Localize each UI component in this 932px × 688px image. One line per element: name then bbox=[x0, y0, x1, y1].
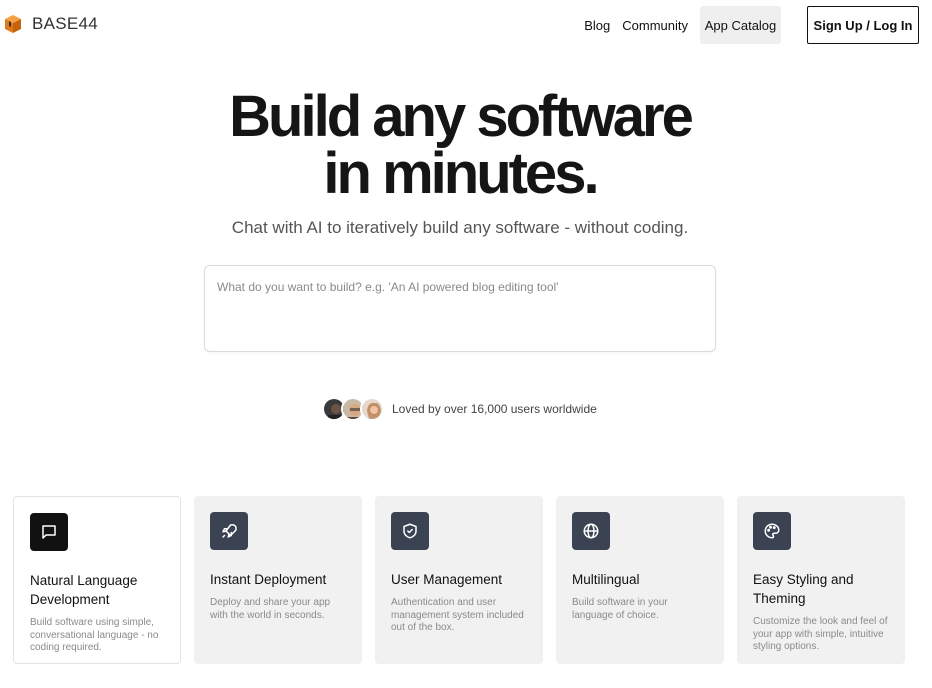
feature-card-easy-styling[interactable]: Easy Styling and Theming Customize the l… bbox=[737, 496, 905, 664]
feature-title: Natural Language Development bbox=[30, 573, 138, 607]
cube-logo-icon bbox=[5, 15, 21, 33]
nav-blog-link[interactable]: Blog bbox=[584, 18, 610, 33]
feature-card-natural-language[interactable]: Natural Language Development Build softw… bbox=[13, 496, 181, 664]
feature-desc: Build software using simple, conversatio… bbox=[30, 617, 159, 653]
hero-title: Build any software in minutes. bbox=[0, 88, 920, 203]
feature-title: User Management bbox=[391, 572, 503, 587]
feature-desc: Build software in your language of choic… bbox=[572, 597, 668, 621]
main-nav: Blog Community App Catalog Sign Up / Log… bbox=[584, 6, 919, 44]
feature-title: Multilingual bbox=[572, 572, 640, 587]
logo-text: BASE44 bbox=[32, 14, 99, 33]
feature-desc: Customize the look and feel of your app … bbox=[753, 616, 888, 652]
shield-check-icon bbox=[391, 512, 429, 550]
hero-title-line2: in minutes. bbox=[323, 141, 599, 206]
prompt-input[interactable] bbox=[205, 266, 715, 351]
feature-title: Instant Deployment bbox=[210, 572, 327, 587]
app-catalog-button[interactable]: App Catalog bbox=[700, 6, 781, 44]
signup-login-button[interactable]: Sign Up / Log In bbox=[807, 6, 919, 44]
features-row: Natural Language Development Build softw… bbox=[13, 496, 905, 664]
feature-desc: Deploy and share your app with the world… bbox=[210, 597, 331, 621]
palette-icon bbox=[753, 512, 791, 550]
feature-card-user-management[interactable]: User Management Authentication and user … bbox=[375, 496, 543, 664]
social-proof-text: Loved by over 16,000 users worldwide bbox=[392, 402, 597, 416]
top-header: BASE44 Blog Community App Catalog Sign U… bbox=[0, 0, 932, 50]
avatar-group bbox=[322, 397, 384, 421]
logo[interactable]: BASE44 bbox=[4, 14, 98, 34]
feature-desc: Authentication and user management syste… bbox=[391, 597, 524, 633]
rocket-icon bbox=[210, 512, 248, 550]
hero-title-line1: Build any software bbox=[229, 84, 694, 149]
feature-title: Easy Styling and Theming bbox=[753, 572, 854, 606]
globe-icon bbox=[572, 512, 610, 550]
nav-community-link[interactable]: Community bbox=[622, 18, 688, 33]
hero-subtitle: Chat with AI to iteratively build any so… bbox=[231, 218, 689, 237]
feature-card-multilingual[interactable]: Multilingual Build software in your lang… bbox=[556, 496, 724, 664]
feature-card-instant-deployment[interactable]: Instant Deployment Deploy and share your… bbox=[194, 496, 362, 664]
prompt-box bbox=[204, 265, 716, 352]
avatar bbox=[360, 397, 384, 421]
social-proof: Loved by over 16,000 users worldwide bbox=[322, 397, 597, 421]
chat-bubble-icon bbox=[30, 513, 68, 551]
